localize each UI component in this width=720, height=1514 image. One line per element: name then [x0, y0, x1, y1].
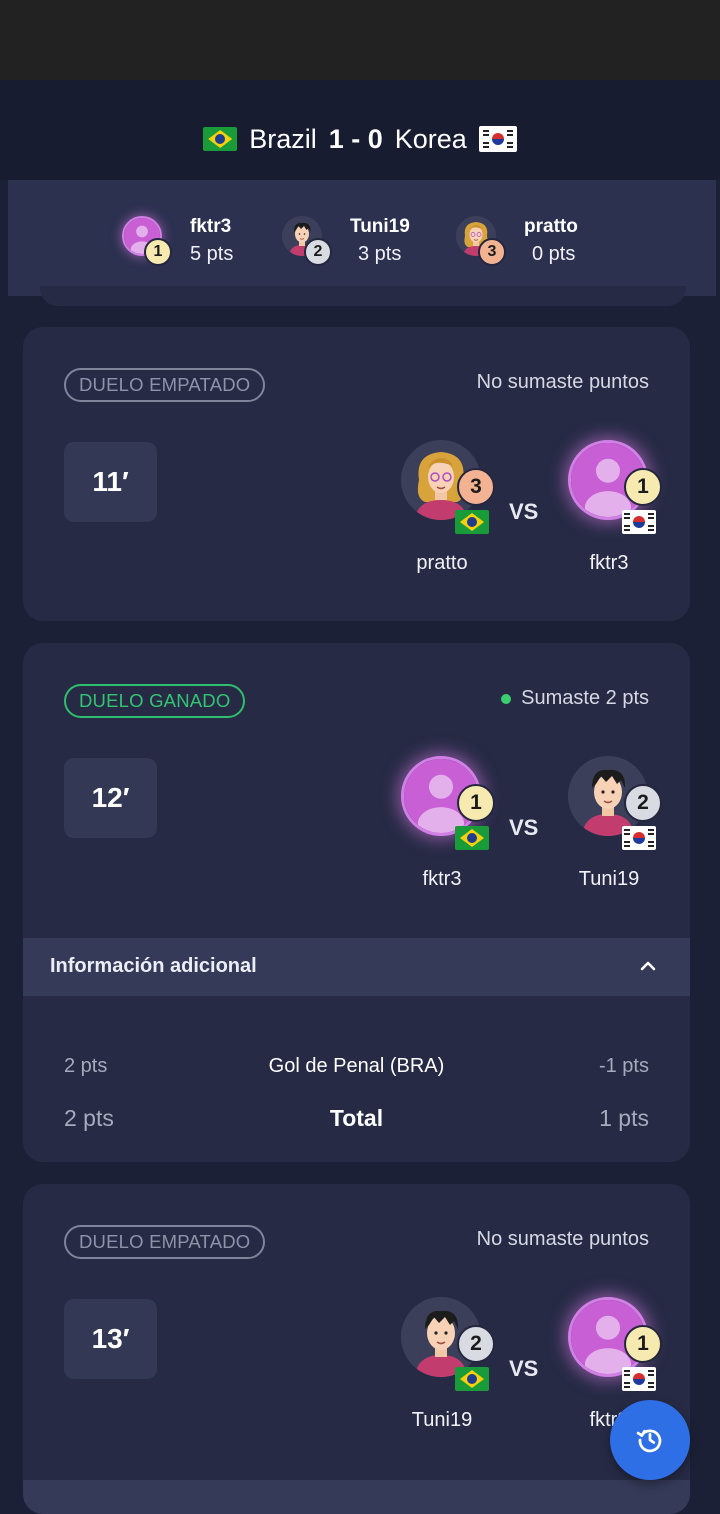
player-name: Tuni19: [411, 1409, 473, 1431]
info-label: Gol de Penal (BRA): [268, 1054, 445, 1077]
duel-player-left[interactable]: 3 pratto: [397, 440, 495, 580]
vs-label: VS: [509, 499, 539, 524]
rank-badge: 3: [478, 238, 506, 266]
duel-minute: 12′: [64, 758, 157, 838]
brazil-flag-icon: [455, 1367, 489, 1391]
duel-card: DUELO EMPATADO No sumaste puntos 13′ 2 T…: [23, 1184, 690, 1514]
rank-badge: 1: [624, 1325, 662, 1363]
leaderboard: 1 fktr3 5 pts 2 Tuni19 3 pts 3 pratto 0 …: [8, 180, 716, 296]
chevron-up-icon: [640, 961, 656, 971]
korea-flag-icon: [622, 510, 656, 534]
result-text: No sumaste puntos: [476, 371, 649, 393]
duel-status-badge: DUELO EMPATADO: [64, 368, 266, 402]
duel-status-badge: DUELO GANADO: [64, 684, 246, 718]
duel-result: No sumaste puntos: [477, 1228, 649, 1251]
result-text: Sumaste 2 pts: [521, 687, 649, 709]
duel-card: DUELO GANADO Sumaste 2 pts 12′ 1 fktr3 V…: [23, 643, 690, 1162]
player-points: 3 pts: [358, 243, 402, 265]
duel-status-badge: DUELO EMPATADO: [64, 1225, 266, 1259]
player-name: Tuni19: [350, 216, 410, 237]
duel-card: DUELO EMPATADO No sumaste puntos 11′ 3 p…: [23, 327, 690, 621]
player-name: fktr3: [589, 552, 629, 574]
player-name: pratto: [524, 216, 578, 237]
away-team: Korea: [394, 123, 467, 154]
duel-player-right[interactable]: 1 fktr3: [564, 440, 662, 580]
vs-label: VS: [509, 1356, 539, 1381]
match-title: Brazil 1 - 0 Korea: [0, 118, 720, 160]
history-icon: [636, 1429, 662, 1453]
additional-info-title: Información adicional: [50, 955, 257, 977]
history-button[interactable]: [610, 1400, 690, 1480]
duel-player-left[interactable]: 1 fktr3: [397, 756, 495, 896]
info-row: 2 pts Gol de Penal (BRA) -1 pts: [64, 1051, 649, 1081]
rank-badge: 1: [624, 468, 662, 506]
duel-minute: 13′: [64, 1299, 157, 1379]
duel-result: No sumaste puntos: [477, 371, 649, 394]
brazil-flag-icon: [455, 510, 489, 534]
rank-badge: 1: [457, 784, 495, 822]
player-name: pratto: [416, 552, 468, 574]
player-name: fktr3: [190, 216, 232, 237]
previous-card-edge: [40, 286, 686, 306]
rank-badge: 2: [304, 238, 332, 266]
rank-badge: 1: [144, 238, 172, 266]
home-team: Brazil: [249, 123, 317, 154]
additional-info-toggle[interactable]: Información adicional: [23, 938, 690, 996]
player-points: 0 pts: [532, 243, 576, 265]
rank-badge: 2: [457, 1325, 495, 1363]
next-info-bar: [23, 1480, 690, 1514]
duel-minute: 11′: [64, 442, 157, 522]
status-bar: [0, 0, 720, 80]
duel-result: Sumaste 2 pts: [501, 687, 649, 710]
brazil-flag-icon: [203, 127, 238, 151]
player-name: Tuni19: [578, 868, 640, 890]
match-score: 1 - 0: [328, 123, 383, 154]
rank-badge: 2: [624, 784, 662, 822]
player-points: 5 pts: [190, 243, 234, 265]
result-text: No sumaste puntos: [476, 1228, 649, 1250]
points-dot-icon: [501, 693, 512, 704]
duel-player-left[interactable]: 2 Tuni19: [397, 1297, 495, 1437]
korea-flag-icon: [478, 126, 517, 152]
player-name: fktr3: [422, 868, 462, 890]
info-total-row: 2 pts Total 1 pts: [64, 1101, 649, 1135]
duel-player-right[interactable]: 2 Tuni19: [564, 756, 662, 896]
vs-label: VS: [509, 815, 539, 840]
korea-flag-icon: [622, 826, 656, 850]
rank-badge: 3: [457, 468, 495, 506]
info-label: Total: [329, 1104, 384, 1131]
brazil-flag-icon: [455, 826, 489, 850]
korea-flag-icon: [622, 1367, 656, 1391]
